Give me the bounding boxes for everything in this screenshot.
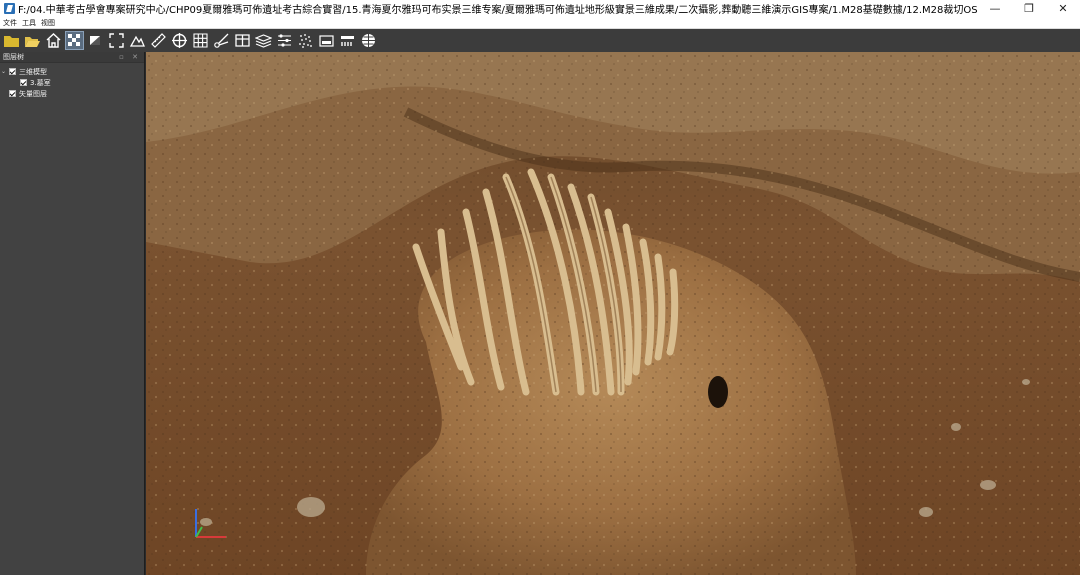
window-title: F:/04.中華考古學會專案研究中心/CHP09夏爾雅瑪可佈遺址考古綜合實習/1… bbox=[18, 5, 978, 16]
point-cloud-icon bbox=[299, 34, 312, 48]
open-file-button[interactable] bbox=[23, 31, 42, 50]
layer-tree-panel: 图层树 ▫ ✕ ⌄ 三维模型 3.墓室 矢量图层 bbox=[0, 52, 145, 575]
tree-label: 三维模型 bbox=[19, 67, 47, 76]
home-view-button[interactable] bbox=[44, 31, 63, 50]
open-folder-icon bbox=[25, 37, 40, 47]
clip-button[interactable] bbox=[212, 31, 231, 50]
tree-node-3d-models[interactable]: ⌄ 三维模型 bbox=[0, 66, 144, 77]
home-icon bbox=[46, 33, 61, 48]
tree-label: 矢量图层 bbox=[19, 89, 47, 98]
open-folder-button[interactable] bbox=[2, 31, 21, 50]
fullscreen-button[interactable] bbox=[107, 31, 126, 50]
fullscreen-icon bbox=[109, 33, 124, 48]
menu-file[interactable]: 文件 bbox=[3, 18, 17, 28]
tree-node-vector-layers[interactable]: 矢量图层 bbox=[0, 88, 144, 99]
grid-icon bbox=[193, 33, 208, 48]
globe-grid-button[interactable] bbox=[359, 31, 378, 50]
checkerboard-mode-button[interactable] bbox=[65, 31, 84, 50]
globe-icon bbox=[362, 34, 375, 47]
chevron-down-icon[interactable]: ⌄ bbox=[0, 68, 7, 75]
panel-header: 图层树 ▫ ✕ bbox=[0, 52, 144, 63]
app-icon bbox=[4, 3, 15, 14]
menu-bar: 文件 工具 视图 bbox=[0, 17, 1080, 29]
table-icon bbox=[235, 34, 250, 47]
menu-tools[interactable]: 工具 bbox=[22, 18, 36, 28]
checkerboard-icon bbox=[68, 34, 80, 46]
ruler-icon bbox=[151, 33, 166, 48]
layer-tree: ⌄ 三维模型 3.墓室 矢量图层 bbox=[0, 63, 144, 99]
eraser-button[interactable] bbox=[86, 31, 105, 50]
checkbox-3d-models[interactable] bbox=[9, 68, 16, 75]
locate-button[interactable] bbox=[170, 31, 189, 50]
3d-viewport[interactable] bbox=[146, 52, 1080, 575]
axis-gizmo bbox=[195, 509, 226, 538]
section-bar-icon bbox=[341, 36, 354, 46]
grid-button[interactable] bbox=[191, 31, 210, 50]
eraser-icon bbox=[90, 36, 100, 45]
close-button[interactable]: ✕ bbox=[1046, 0, 1080, 17]
tree-label: 3.墓室 bbox=[30, 78, 51, 87]
panel-controls[interactable]: ▫ ✕ bbox=[119, 53, 141, 61]
measure-distance-button[interactable] bbox=[149, 31, 168, 50]
scene-render bbox=[146, 52, 1080, 575]
crosshair-icon bbox=[172, 33, 187, 48]
scissors-icon bbox=[214, 33, 229, 48]
map-panel-button[interactable] bbox=[317, 31, 336, 50]
toolbar bbox=[0, 29, 1080, 52]
sliders-icon bbox=[278, 34, 291, 47]
terrain-profile-button[interactable] bbox=[128, 31, 147, 50]
settings-sliders-button[interactable] bbox=[275, 31, 294, 50]
panel-title: 图层树 bbox=[3, 53, 24, 61]
map-panel-icon bbox=[319, 35, 334, 47]
layer-stack-icon bbox=[255, 34, 272, 48]
section-button[interactable] bbox=[338, 31, 357, 50]
checkbox-vector-layers[interactable] bbox=[9, 90, 16, 97]
folder-icon bbox=[4, 36, 19, 47]
maximize-button[interactable]: ❐ bbox=[1012, 0, 1046, 17]
checkbox-tomb-chamber[interactable] bbox=[20, 79, 27, 86]
menu-view[interactable]: 视图 bbox=[41, 18, 55, 28]
table-view-button[interactable] bbox=[233, 31, 252, 50]
layers-button[interactable] bbox=[254, 31, 273, 50]
minimize-button[interactable]: — bbox=[978, 0, 1012, 17]
title-bar: F:/04.中華考古學會專案研究中心/CHP09夏爾雅瑪可佈遺址考古綜合實習/1… bbox=[0, 0, 1080, 17]
terrain-icon bbox=[129, 35, 145, 47]
tree-node-tomb-chamber[interactable]: 3.墓室 bbox=[0, 77, 144, 88]
point-cloud-button[interactable] bbox=[296, 31, 315, 50]
